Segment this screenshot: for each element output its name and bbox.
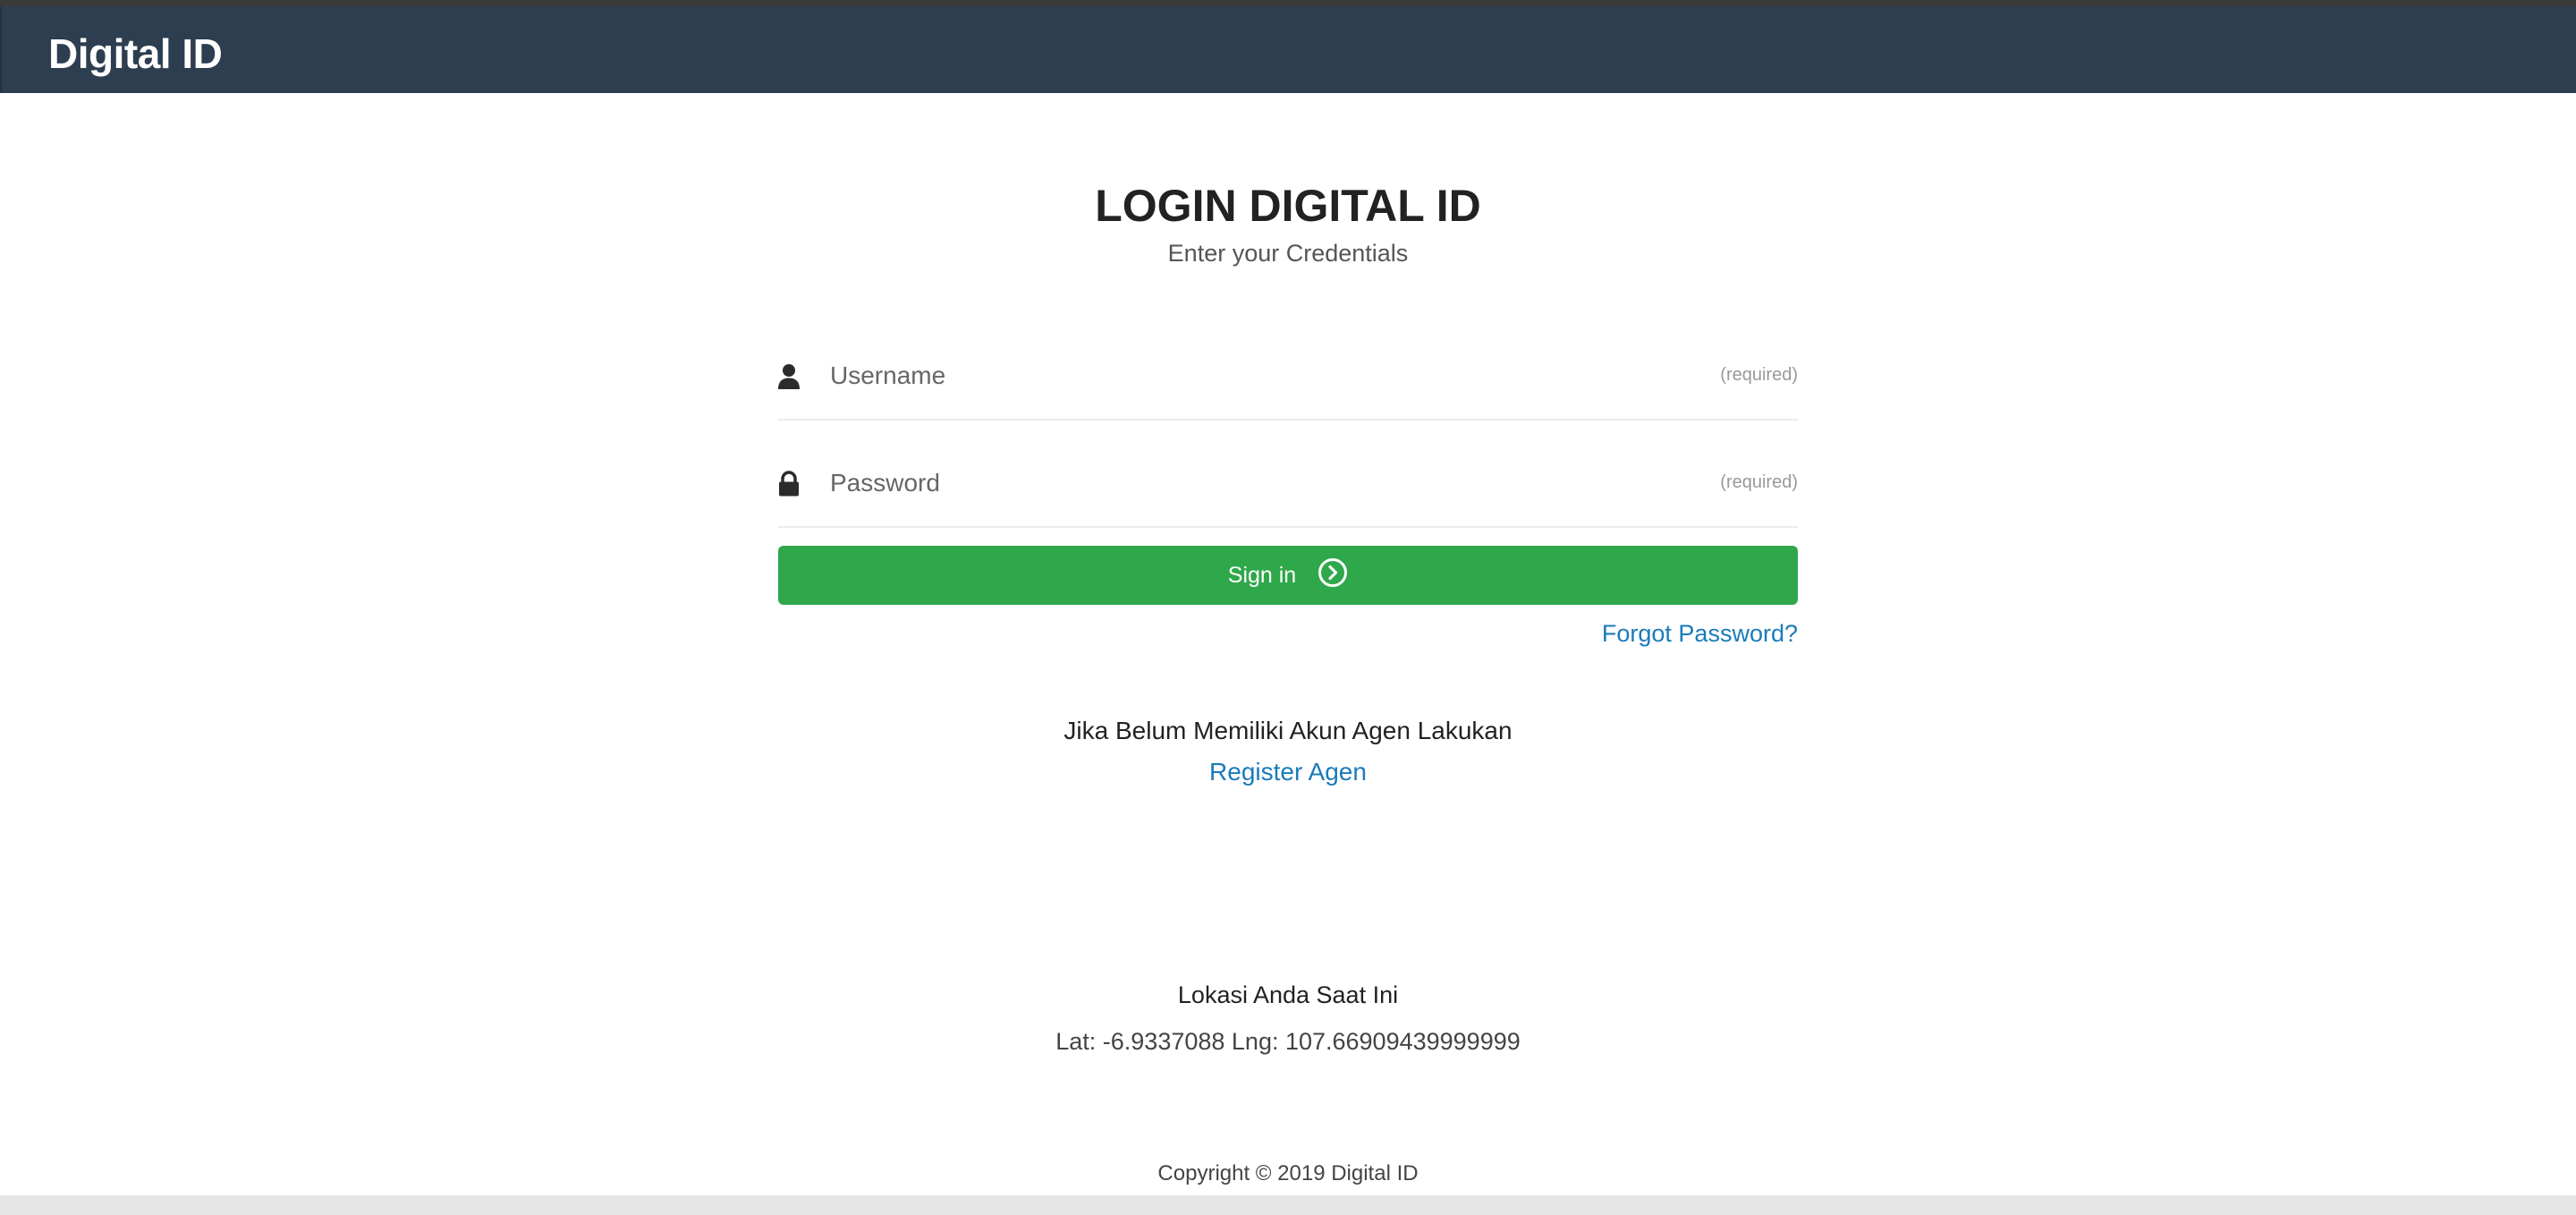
sign-in-button[interactable]: Sign in bbox=[778, 546, 1798, 605]
page-subtitle: Enter your Credentials bbox=[1167, 240, 1409, 267]
username-input[interactable] bbox=[830, 351, 1680, 401]
register-link-wrap: Register Agen bbox=[0, 758, 2576, 786]
location-title: Lokasi Anda Saat Ini bbox=[1177, 981, 1399, 1008]
password-required-hint: (required) bbox=[1720, 472, 1798, 492]
forgot-password-link[interactable]: Forgot Password? bbox=[1602, 620, 1798, 648]
sign-in-label: Sign in bbox=[1227, 562, 1297, 588]
username-field: (required) bbox=[778, 331, 1798, 421]
password-input[interactable] bbox=[830, 458, 1680, 508]
location-coordinates: Lat: -6.9337088 Lng: 107.66909439999999 bbox=[1055, 1028, 1521, 1055]
top-strip bbox=[0, 0, 2576, 6]
user-icon bbox=[778, 363, 800, 390]
horizontal-scrollbar[interactable] bbox=[0, 1195, 2576, 1215]
password-field: (required) bbox=[778, 438, 1798, 528]
navbar: Digital ID bbox=[0, 6, 2576, 93]
username-required-hint: (required) bbox=[1720, 365, 1798, 385]
lock-icon bbox=[778, 471, 800, 497]
page-title: LOGIN DIGITAL ID bbox=[1095, 181, 1481, 231]
copyright-text: Copyright © 2019 Digital ID bbox=[1157, 1161, 1419, 1185]
register-agen-link[interactable]: Register Agen bbox=[1209, 758, 1367, 786]
chevron-right-circle-icon bbox=[1318, 557, 1348, 594]
register-prompt: Jika Belum Memiliki Akun Agen Lakukan bbox=[1063, 717, 1513, 744]
brand-logo[interactable]: Digital ID bbox=[48, 30, 223, 79]
